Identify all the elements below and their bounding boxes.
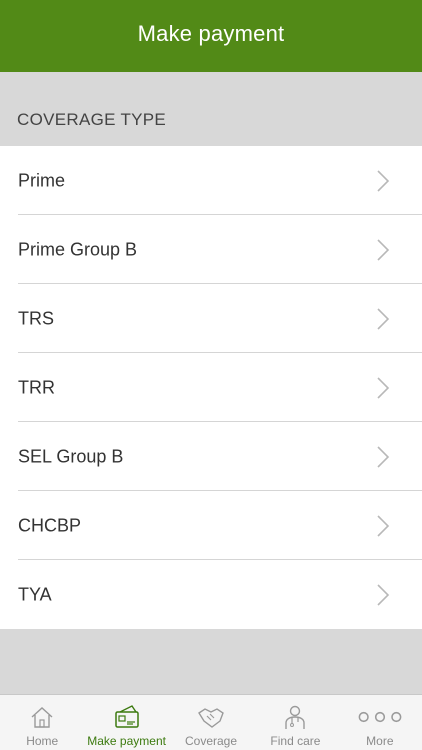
tab-label: More — [366, 734, 394, 748]
chevron-right-icon — [377, 307, 390, 330]
tab-home[interactable]: Home — [0, 695, 84, 750]
coverage-row-prime[interactable]: Prime — [0, 146, 422, 215]
payment-wallet-icon — [114, 705, 139, 728]
bottom-tab-bar: Home Make payment Coverage Find care Mor… — [0, 694, 422, 750]
chevron-right-icon — [377, 514, 390, 537]
chevron-right-icon — [377, 583, 390, 606]
section-label: COVERAGE TYPE — [17, 110, 167, 129]
coverage-label: TYA — [18, 584, 52, 604]
tab-coverage[interactable]: Coverage — [169, 695, 253, 750]
coverage-label: Prime Group B — [18, 239, 138, 259]
doctor-icon — [285, 705, 306, 729]
tab-find-care[interactable]: Find care — [253, 695, 337, 750]
chevron-right-icon — [377, 169, 390, 192]
tab-make-payment[interactable]: Make payment — [84, 695, 168, 750]
handshake-icon — [198, 708, 224, 728]
chevron-right-icon — [377, 238, 390, 261]
chevron-right-icon — [377, 376, 390, 399]
coverage-row-sel-group-b[interactable]: SEL Group B — [0, 422, 422, 491]
coverage-label: TRR — [18, 377, 55, 397]
page-title: Make payment — [137, 21, 285, 46]
coverage-row-tya[interactable]: TYA — [0, 560, 422, 629]
coverage-list: Prime Prime Group B TRS TRR SEL Group B … — [0, 146, 422, 629]
coverage-row-trs[interactable]: TRS — [0, 284, 422, 353]
coverage-row-trr[interactable]: TRR — [0, 353, 422, 422]
app-header: Make payment — [0, 0, 422, 72]
coverage-row-prime-group-b[interactable]: Prime Group B — [0, 215, 422, 284]
tab-label: Home — [26, 734, 59, 748]
tab-more[interactable]: More — [338, 695, 422, 750]
tab-label: Coverage — [185, 734, 238, 748]
more-dots-icon — [358, 711, 402, 723]
coverage-section-header: COVERAGE TYPE — [0, 72, 422, 146]
tab-label: Find care — [270, 734, 321, 748]
coverage-label: CHCBP — [18, 515, 82, 535]
coverage-row-chcbp[interactable]: CHCBP — [0, 491, 422, 560]
coverage-label: Prime — [18, 170, 66, 190]
tab-label: Make payment — [87, 734, 166, 748]
coverage-label: TRS — [18, 308, 54, 328]
home-icon — [31, 707, 53, 728]
chevron-right-icon — [377, 445, 390, 468]
coverage-label: SEL Group B — [18, 446, 124, 466]
